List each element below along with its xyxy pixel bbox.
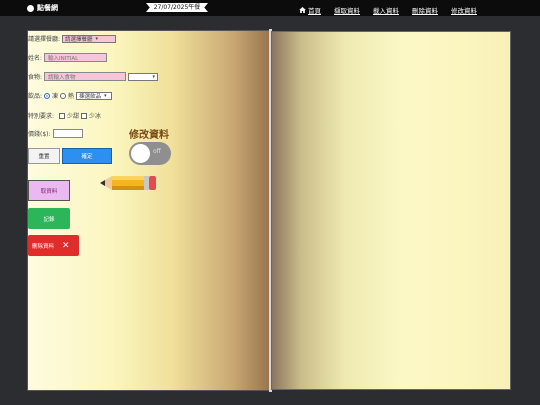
brand[interactable]: 點餐網 [27,3,58,13]
drink-hot-label: 熱 [68,93,75,100]
food-row: 食物: 請輸入食物 ▾ [28,72,159,81]
toggle-label: off [153,148,161,155]
nav-menu: 首頁 擷取資料 載入資料 刪除資料 修改資料 [299,5,490,15]
nav-delete-data[interactable]: 刪除資料 [412,5,438,15]
pencil-icon [100,176,156,190]
restaurant-row: 請選擇餐廳: 請選擇餐廳 ▾ [28,34,117,43]
food-select[interactable]: ▾ [128,72,159,81]
name-row: 姓名: 輸入INITIAL [28,53,108,62]
special-row: 特別要求: 少甜 少冰 [28,111,101,120]
nav-load-data[interactable]: 載入資料 [373,5,399,15]
price-row: 價錢($): [28,129,83,138]
drink-cold-radio[interactable] [44,92,51,99]
name-label: 姓名: [28,55,43,62]
less-ice-checkbox[interactable] [81,112,88,119]
nav-modify-data[interactable]: 修改資料 [451,5,477,15]
chevron-down-icon: ▾ [152,73,156,80]
top-navbar: 點餐網 27/07/2025午餐 首頁 擷取資料 載入資料 刪除資料 修改資料 [0,0,540,16]
drink-cold-label: 凍 [52,93,59,100]
fetch-data-button[interactable]: 取資料 [28,180,70,201]
book-right-page [271,31,511,390]
special-label: 特別要求: [28,113,55,120]
reset-button[interactable]: 重置 [28,148,60,164]
drink-hot-radio[interactable] [60,92,67,99]
confirm-button[interactable]: 確定 [62,148,112,164]
food-input[interactable]: 請輸入食物 [44,72,127,81]
chevron-down-icon: ▾ [95,35,99,42]
home-icon [299,7,306,13]
restaurant-label: 請選擇餐廳: [28,36,61,43]
brand-logo-icon [27,4,34,12]
close-icon: ✕ [62,240,70,251]
modify-toggle[interactable]: off [129,142,171,165]
less-sweet-label: 少甜 [67,113,80,120]
price-label: 價錢($): [28,131,51,138]
date-banner: 27/07/2025午餐 [146,3,208,12]
less-ice-label: 少冰 [89,113,102,120]
name-input[interactable]: 輸入INITIAL [44,53,108,62]
record-button[interactable]: 記錄 [28,208,70,229]
drink-label: 飲品: [28,93,43,100]
less-sweet-checkbox[interactable] [59,112,66,119]
drink-select[interactable]: 揀選飲品 ▾ [76,91,113,100]
drink-row: 飲品: 凍 熱 揀選飲品 ▾ [28,91,113,100]
chevron-down-icon: ▾ [104,92,107,99]
modify-title: 修改資料 [129,130,169,141]
restaurant-select[interactable]: 請選擇餐廳 ▾ [62,34,117,43]
nav-home[interactable]: 首頁 [299,5,321,15]
toggle-knob [131,144,150,163]
nav-fetch-data[interactable]: 擷取資料 [334,5,360,15]
delete-data-button[interactable]: 刪除資料 ✕ [28,235,79,256]
delete-button-label: 刪除資料 [32,243,55,250]
brand-name: 點餐網 [37,4,58,12]
price-input[interactable] [52,129,83,138]
food-label: 食物: [28,74,43,81]
